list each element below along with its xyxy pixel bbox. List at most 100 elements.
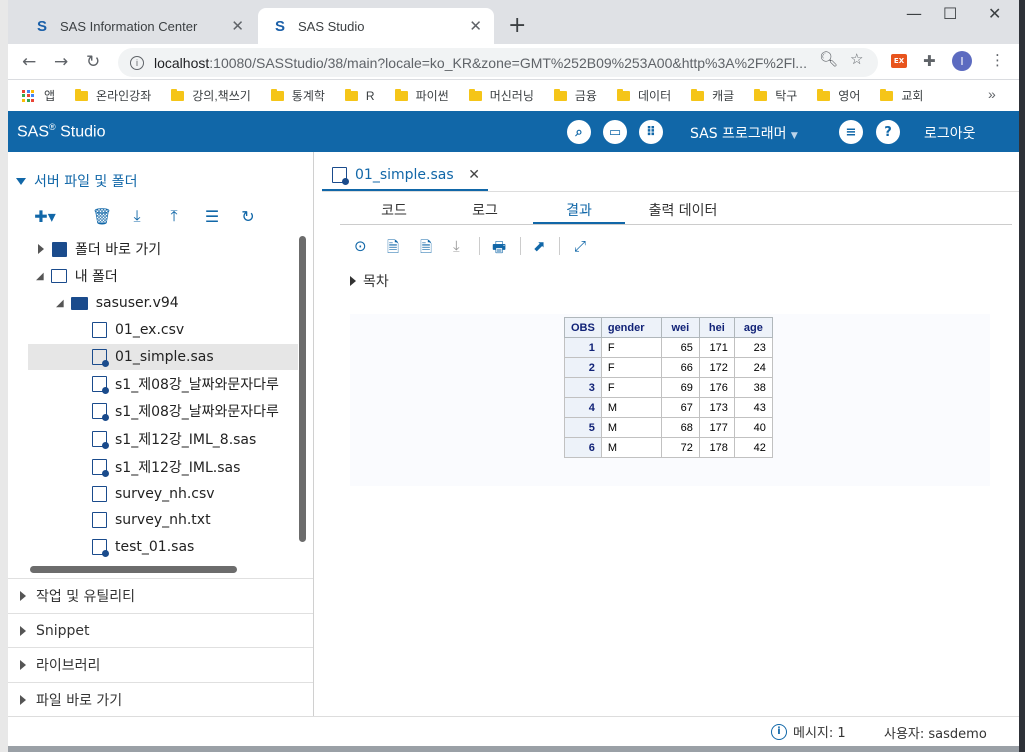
refresh-icon[interactable]: ↻	[239, 207, 257, 226]
url-bar[interactable]: i localhost:10080/SASStudio/38/main?loca…	[118, 48, 878, 77]
accordion-label: 작업 및 유틸리티	[36, 588, 136, 605]
subtab-code[interactable]: 코드	[364, 200, 424, 224]
bookmark-folder[interactable]: 머신러닝	[468, 87, 534, 104]
browser-menu-icon[interactable]: ⋮	[990, 51, 1005, 69]
tree-node-file[interactable]: s1_제08강_날짜와문자다루	[8, 371, 298, 397]
wei-cell: 69	[660, 377, 700, 398]
bookmark-folder[interactable]: 파이썬	[394, 87, 449, 104]
bookmark-folder[interactable]: 데이터	[616, 87, 671, 104]
bookmark-folder[interactable]: 영어	[817, 87, 860, 104]
close-tab-icon[interactable]: ✕	[468, 167, 480, 183]
folder-icon	[880, 88, 894, 101]
bookmark-folder[interactable]: 통계학	[270, 87, 325, 104]
properties-icon[interactable]: ☰	[203, 207, 221, 226]
accordion-label: 라이브러리	[36, 657, 101, 674]
bookmark-label: 교회	[901, 89, 924, 103]
accordion-snippets[interactable]: Snippet	[8, 613, 313, 647]
back-icon[interactable]: ←	[22, 52, 36, 72]
menu-list-icon[interactable]: ≡	[839, 120, 863, 144]
expand-triangle-icon	[20, 625, 26, 636]
profile-avatar[interactable]: I	[952, 51, 972, 71]
print-icon[interactable]: 🖶︎	[492, 237, 506, 262]
new-file-icon[interactable]: ✚▾	[34, 207, 55, 226]
subtab-output-data[interactable]: 출력 데이터	[638, 200, 728, 224]
close-window-icon[interactable]: ✕	[988, 4, 1001, 23]
subtab-log[interactable]: 로그	[455, 200, 515, 224]
bookmark-folder[interactable]: 탁구	[754, 87, 797, 104]
tab-title: SAS Information Center	[60, 18, 198, 34]
open-new-window-icon[interactable]: ⬈	[533, 237, 546, 255]
info-icon: i	[771, 723, 787, 740]
server-files-section-header[interactable]: 서버 파일 및 폴더	[16, 171, 138, 191]
sas-program-icon	[92, 431, 109, 449]
download-results-icon[interactable]: ⤓	[453, 237, 460, 255]
bookmark-star-icon[interactable]: ☆	[850, 50, 863, 68]
help-icon[interactable]: ?	[876, 120, 900, 144]
search-icon[interactable]: ⌕	[567, 120, 591, 144]
messages-indicator[interactable]: i 메시지: 1	[771, 722, 846, 741]
extensions-puzzle-icon[interactable]: ✚	[923, 52, 936, 70]
sas-program-icon	[92, 349, 109, 367]
editor-file-tab[interactable]: 01_simple.sas ✕	[322, 160, 488, 191]
browser-tab-sas-information-center[interactable]: S SAS Information Center ✕	[16, 8, 256, 44]
maximize-icon[interactable]: ☐	[943, 4, 957, 23]
accordion-tasks[interactable]: 작업 및 유틸리티	[8, 578, 313, 612]
age-cell: 38	[733, 377, 773, 398]
tree-node-sasuser[interactable]: ◢ sasuser.v94	[8, 290, 298, 316]
subtab-results[interactable]: 결과	[533, 200, 625, 224]
tree-horizontal-scrollbar[interactable]	[30, 566, 237, 573]
age-cell: 23	[733, 337, 773, 358]
open-folder-icon[interactable]: ▭	[603, 120, 627, 144]
apps-grid-icon[interactable]: ⠿	[639, 120, 663, 144]
tree-node-file-selected[interactable]: 01_simple.sas	[28, 344, 298, 370]
column-header: hei	[698, 317, 735, 338]
rtf-results-icon[interactable]: 🗎︎	[420, 237, 432, 262]
accordion-libraries[interactable]: 라이브러리	[8, 647, 313, 681]
site-info-icon[interactable]: i	[130, 55, 144, 70]
hei-cell: 177	[698, 417, 735, 438]
minimize-icon[interactable]: —	[906, 4, 922, 23]
pdf-results-icon[interactable]: 🗎︎	[387, 237, 399, 262]
tree-node-file[interactable]: test_01.sas	[8, 534, 298, 560]
column-header: wei	[660, 317, 700, 338]
download-icon[interactable]: ⤓	[128, 206, 146, 225]
tree-node-file[interactable]: s1_제08강_날짜와문자다루	[8, 398, 298, 424]
bookmark-label: 온라인강좌	[96, 89, 152, 103]
mode-dropdown[interactable]: SAS 프로그래머 ▼	[690, 123, 798, 143]
extension-ex-icon[interactable]: EX	[891, 54, 907, 68]
accordion-file-shortcuts[interactable]: 파일 바로 가기	[8, 682, 313, 716]
close-tab-icon[interactable]: ✕	[231, 17, 244, 35]
tree-node-label: 내 폴더	[74, 269, 118, 285]
tree-vertical-scrollbar[interactable]	[299, 236, 306, 542]
folder-icon	[468, 88, 482, 101]
accordion-label: Snippet	[36, 622, 90, 639]
tree-node-file[interactable]: survey_nh.txt	[8, 507, 298, 533]
browser-tab-sas-studio[interactable]: S SAS Studio ✕	[258, 8, 494, 44]
maximize-view-icon[interactable]: ⤢	[574, 237, 586, 255]
table-of-contents-toggle[interactable]: 목차	[350, 271, 389, 291]
more-bookmarks-icon[interactable]: »	[988, 86, 996, 102]
bookmark-apps[interactable]: 앱	[8, 87, 55, 104]
tree-node-file[interactable]: s1_제12강_IML_8.sas	[8, 426, 298, 452]
zoom-icon[interactable]: 🔍︎	[819, 50, 838, 68]
bookmark-folder[interactable]: 캐글	[691, 87, 734, 104]
close-tab-icon[interactable]: ✕	[469, 17, 482, 35]
bookmark-folder[interactable]: 강의,책쓰기	[171, 87, 251, 104]
upload-icon[interactable]: ⤒	[165, 206, 183, 225]
bookmark-folder[interactable]: 온라인강좌	[75, 87, 151, 104]
new-tab-button[interactable]: +	[508, 13, 526, 38]
tree-node-my-folder[interactable]: ◢ 내 폴더	[8, 263, 298, 289]
bookmark-folder[interactable]: R	[344, 88, 375, 103]
tree-node-folder-shortcuts[interactable]: 폴더 바로 가기	[8, 236, 298, 262]
age-cell: 43	[733, 397, 773, 418]
logout-button[interactable]: 로그아웃	[924, 123, 976, 143]
delete-icon[interactable]: 🗑︎	[92, 207, 112, 226]
html-results-icon[interactable]: ⊙	[354, 237, 367, 255]
bookmark-folder[interactable]: 교회	[880, 87, 923, 104]
tree-node-file[interactable]: 01_ex.csv	[8, 317, 298, 343]
forward-icon[interactable]: →	[54, 52, 68, 72]
tree-node-file[interactable]: s1_제12강_IML.sas	[8, 454, 298, 480]
bookmark-folder[interactable]: 금융	[553, 87, 597, 104]
reload-icon[interactable]: ↻	[86, 52, 100, 72]
tree-node-file[interactable]: survey_nh.csv	[8, 481, 298, 507]
